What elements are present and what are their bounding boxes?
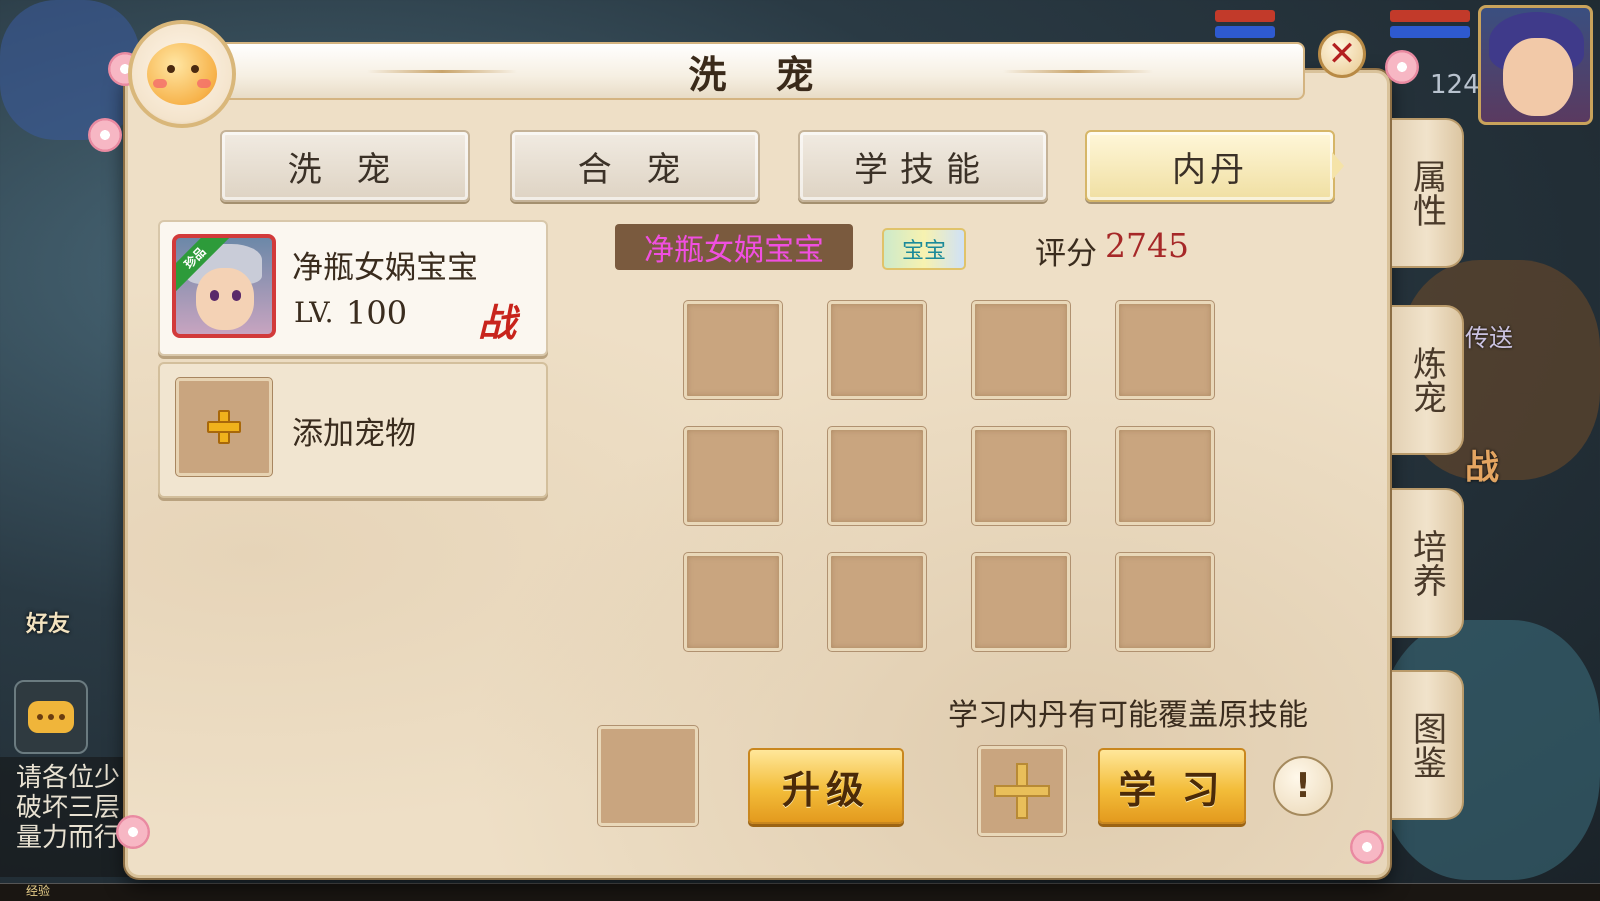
player-portrait[interactable] [1478,5,1593,125]
pet-level-label: LV. [294,296,334,329]
title-bar: 洗 宠 [215,42,1305,100]
tab-learn-skill[interactable]: 学技能 [798,130,1048,202]
pet-level: 100 [346,294,408,332]
skill-slot[interactable] [828,427,926,525]
tab-inner-pill[interactable]: 内丹 [1085,130,1335,202]
bg-battle-text: 战 [1465,448,1499,488]
title-ornament [1003,70,1153,73]
tab-label: 学技能 [854,149,992,190]
close-x-icon: ✕ [1327,34,1357,74]
mp-bar [1215,26,1275,38]
chat-line: 破坏三层 [16,793,121,823]
hp-bar [1390,10,1470,22]
chat-line: 量力而行 [16,823,121,853]
skill-slot[interactable] [684,301,782,399]
learn-button[interactable]: 学 习 [1098,748,1246,824]
mascot-face-icon [147,43,217,105]
tab-label: 内丹 [1172,149,1248,190]
pet-list-item-selected[interactable]: 珍品 净瓶女娲宝宝 LV. 100 战 [158,220,548,356]
in-battle-icon: 战 [478,301,517,345]
add-inner-pill-button[interactable] [978,746,1066,836]
overwrite-hint: 学习内丹有可能覆盖原技能 [948,698,1308,733]
chat-bubble-icon [28,701,74,733]
bg-teleport-text: 传送 [1465,324,1513,352]
flower-decoration [1385,50,1419,84]
xp-bar [0,883,1600,901]
side-tab-handbook[interactable]: 图鉴 [1392,670,1464,820]
tab-merge-pet[interactable]: 合 宠 [510,130,760,202]
plus-icon [207,410,241,444]
add-pet-slot[interactable] [176,378,272,476]
skill-slot[interactable] [972,553,1070,651]
pet-name-tag: 净瓶女娲宝宝 [615,224,853,270]
side-tab-refine-pet[interactable]: 炼宠 [1392,305,1464,455]
chat-line: 请各位少 [16,763,121,793]
skill-slot[interactable] [972,301,1070,399]
add-pet-item[interactable]: 添加宠物 [158,362,548,498]
tab-label: 合 宠 [577,149,693,190]
score-value: 2745 [1105,226,1189,265]
upgrade-button[interactable]: 升级 [748,748,904,824]
skill-slot[interactable] [828,301,926,399]
pet-name: 净瓶女娲宝宝 [292,250,478,286]
side-tab-label: 属性 [1406,159,1447,227]
friends-button[interactable]: 好友 [8,585,88,655]
learn-label: 学 习 [1118,767,1226,812]
chat-log[interactable]: 请各位少 破坏三层 量力而行 [0,757,130,877]
tab-label: 洗 宠 [287,149,403,190]
pet-type-badge: 宝宝 [882,228,966,270]
page-title: 洗 宠 [688,51,832,97]
side-tab-label: 培养 [1406,529,1447,597]
flower-decoration [88,118,122,152]
score-label: 评分 [1035,236,1097,272]
skill-slot[interactable] [684,553,782,651]
add-pet-label: 添加宠物 [292,416,416,452]
chat-button[interactable] [14,680,88,754]
xp-label: 经验 [26,884,51,898]
active-tab-arrow-icon [1332,152,1344,180]
skill-slot[interactable] [1116,553,1214,651]
flower-decoration [1350,830,1384,864]
exclamation-icon: ! [1295,766,1311,806]
side-tab-label: 炼宠 [1406,346,1447,414]
player-level: 124 [1430,70,1480,100]
skill-slot[interactable] [684,427,782,525]
title-ornament [367,70,517,73]
skill-slot[interactable] [972,427,1070,525]
mascot-avatar [128,20,236,128]
pet-portrait: 珍品 [172,234,276,338]
skill-slot[interactable] [1116,301,1214,399]
tab-wash-pet[interactable]: 洗 宠 [220,130,470,202]
friends-label: 好友 [25,612,70,637]
side-tab-label: 图鉴 [1406,711,1447,779]
flower-decoration [116,815,150,849]
skill-slot[interactable] [1116,427,1214,525]
close-button[interactable]: ✕ [1318,30,1366,78]
hp-bar [1215,10,1275,22]
mp-bar [1390,26,1470,38]
info-button[interactable]: ! [1273,756,1333,816]
upgrade-label: 升级 [781,767,870,812]
plus-icon [994,763,1050,819]
inner-pill-slot[interactable] [598,726,698,826]
side-tab-train[interactable]: 培养 [1392,488,1464,638]
side-tab-attributes[interactable]: 属性 [1392,118,1464,268]
skill-slot[interactable] [828,553,926,651]
